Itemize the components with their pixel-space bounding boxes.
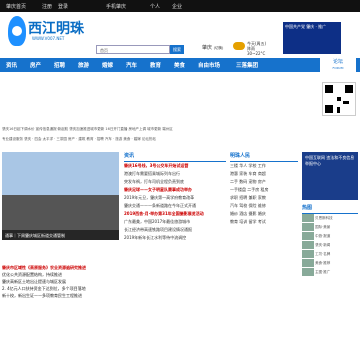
life-row[interactable]: 港惠 家装 车商 商超 bbox=[230, 170, 298, 178]
logo-title[interactable]: 西江明珠 bbox=[28, 18, 84, 38]
news-section-title[interactable]: 资讯 bbox=[124, 152, 226, 162]
news-item[interactable]: 肇庆16号线，3号公交车开始试运营 bbox=[124, 162, 226, 170]
nav-item[interactable]: 美食 bbox=[174, 61, 185, 69]
top-link-enterprise[interactable]: 企业 bbox=[172, 3, 182, 10]
news-column: 资讯 肇庆16号线，3号公交车开始试运营 港澳打车需要搭乘城际列车出行 突发车祸… bbox=[124, 152, 226, 242]
top-link-personal[interactable]: 个人 bbox=[150, 3, 160, 10]
weather-city[interactable]: 肇庆 (切换) bbox=[202, 44, 223, 51]
logo-url: WWW.V007.NET bbox=[32, 36, 65, 41]
report-ad-text: 中国互联网 违法和不良信息举报中心 bbox=[305, 155, 355, 166]
nav-item[interactable]: 婚嫁 bbox=[102, 61, 113, 69]
life-row[interactable]: 二手 数码 宠物 房产 bbox=[230, 178, 298, 186]
top-link-mobile[interactable]: 手机肇庆 bbox=[106, 3, 126, 10]
weather-temp: 30~22°C bbox=[247, 51, 266, 56]
side-list-item[interactable]: 主图·推广 bbox=[302, 268, 358, 277]
site-header: 西江明珠 WWW.V007.NET 首页 搜索 肇庆 (切换) 今天(周五) 阵… bbox=[0, 12, 360, 58]
thumbnail-icon bbox=[302, 214, 314, 222]
thumbnail-icon bbox=[302, 250, 314, 258]
main-nav: 资讯 房产 招聘 旅游 婚嫁 汽车 教育 美食 自由市场 三落集团 论坛 FOR… bbox=[0, 58, 360, 72]
side-list-item[interactable]: 工坊·名牌 bbox=[302, 250, 358, 259]
slide-sky bbox=[2, 152, 119, 197]
life-row[interactable]: 三楼 华人 学校 工作 bbox=[230, 162, 298, 170]
side-item-label: 主图·推广 bbox=[315, 270, 331, 274]
nav-item[interactable]: 教育 bbox=[150, 61, 161, 69]
sub-links: 肇庆16日起下调水价 宣传信息通报·新起航 肇庆加速推进城市更新 16日开门直播… bbox=[2, 124, 292, 144]
side-item-label: 肇庆·新闻 bbox=[315, 243, 331, 247]
thumbnail-icon bbox=[302, 241, 314, 249]
top-link-login[interactable]: 登录 bbox=[58, 3, 68, 10]
nav-item[interactable]: 房产 bbox=[30, 61, 41, 69]
search-select[interactable]: 首页 bbox=[100, 48, 108, 54]
search-input[interactable]: 首页 bbox=[96, 45, 170, 54]
top-link-register[interactable]: 注册 bbox=[42, 3, 52, 10]
ad-band bbox=[2, 74, 312, 120]
nav-item[interactable]: 汽车 bbox=[126, 61, 137, 69]
life-row[interactable]: 求职 招聘 兼职 家教 bbox=[230, 194, 298, 202]
life-row[interactable]: 婚纱 酒店 摄影 婚庆 bbox=[230, 210, 298, 218]
hot-news-line[interactable]: 2. 4亿元人口扶持资金下达到位，多个项目落地 bbox=[2, 285, 119, 292]
qr-code bbox=[322, 82, 356, 116]
side-item-label: 中旅·报道 bbox=[315, 234, 331, 238]
side-item-label: 工坊·名牌 bbox=[315, 252, 331, 256]
sub-link-row[interactable]: 肇庆16日起下调水价 宣传信息通报·新起航 肇庆加速推进城市更新 16日开门直播… bbox=[2, 124, 292, 134]
side-item-label: 国际·美景 bbox=[315, 225, 331, 229]
city-name: 肇庆 bbox=[202, 45, 213, 51]
side-list-title: 热图 bbox=[302, 204, 358, 214]
life-column: 明珠人民 三楼 华人 学校 工作 港惠 家装 车商 商超 二手 数码 宠物 房产… bbox=[230, 152, 298, 226]
news-item[interactable]: 肇庆交通——一条新道路在今年正式开通 bbox=[124, 202, 226, 210]
hot-news-line[interactable]: 新十校，新出生证——多项教育民生工程推进 bbox=[2, 292, 119, 299]
nav-bbs-button[interactable]: 论坛 FORUM bbox=[320, 58, 356, 72]
news-item[interactable]: 2019年元旦，肇庆第一高学府教育改革 bbox=[124, 194, 226, 202]
life-section-title[interactable]: 明珠人民 bbox=[230, 152, 298, 162]
news-item[interactable]: 突发车祸，打车司机全程负责到底 bbox=[124, 178, 226, 186]
side-list-item[interactable]: 美食·推荐 bbox=[302, 259, 358, 268]
header-ad-text: 中国共产党 肇庆 · 推广 bbox=[285, 24, 327, 29]
top-bar: 肇庆首页 注册 登录 手机肇庆 个人 企业 bbox=[0, 0, 360, 12]
nav-item[interactable]: 三落集团 bbox=[236, 61, 258, 69]
news-item[interactable]: 长江经济带高速铁路项目建设情况通报 bbox=[124, 226, 226, 234]
nav-item[interactable]: 自由市场 bbox=[198, 61, 220, 69]
side-list-item[interactable]: 贝恩斯科技 bbox=[302, 214, 358, 223]
sub-link-row[interactable]: 专业建设服务 肇庆 · 四会 太平洋 · 三茶园 房产 · 建筑 教育 · 招聘… bbox=[2, 134, 292, 144]
hot-news-line[interactable]: 优化公共资源配置结构，持续推进 bbox=[2, 271, 119, 278]
search-button[interactable]: 搜索 bbox=[170, 45, 184, 54]
news-item[interactable]: 肇庆足球——女子明星队赛事成功举办 bbox=[124, 186, 226, 194]
nav-item[interactable]: 资讯 bbox=[6, 61, 17, 69]
thumbnail-icon bbox=[302, 223, 314, 231]
bbs-sub: FORUM bbox=[332, 66, 344, 70]
news-item[interactable]: 广东最美，中国2017年最佳旅游城市 bbox=[124, 218, 226, 226]
thumbnail-icon bbox=[302, 232, 314, 240]
top-link-home[interactable]: 肇庆首页 bbox=[6, 3, 26, 10]
city-switch[interactable]: (切换) bbox=[214, 46, 224, 50]
life-row[interactable]: 汽车 驾校 保险 维修 bbox=[230, 202, 298, 210]
weather-info: 今天(周五) 阵雨 30~22°C bbox=[247, 41, 266, 56]
slide-caption: 通事｜下周肇庆城区街道交通管制 bbox=[2, 230, 119, 240]
cloud-icon bbox=[233, 42, 245, 50]
side-list: 贝恩斯科技 国际·美景 中旅·报道 肇庆·新闻 工坊·名牌 美食·推荐 主图·推… bbox=[302, 214, 358, 277]
side-column: 中国互联网 违法和不良信息举报中心 热图 贝恩斯科技 国际·美景 中旅·报道 肇… bbox=[302, 152, 358, 277]
hot-news-title[interactable]: 肇庆市区域性《高原服务》农业资源遍研究推进 bbox=[2, 264, 119, 271]
news-item[interactable]: 2019西舍·月·举办第31年全国摄影展览活动 bbox=[124, 210, 226, 218]
report-center-ad[interactable]: 中国互联网 违法和不良信息举报中心 bbox=[302, 152, 358, 200]
life-grid: 三楼 华人 学校 工作 港惠 家装 车商 商超 二手 数码 宠物 房产 一手楼盘… bbox=[230, 162, 298, 226]
logo-icon[interactable] bbox=[8, 16, 26, 46]
news-item[interactable]: 港澳打车需要搭乘城际列车出行 bbox=[124, 170, 226, 178]
featured-slide[interactable]: 通事｜下周肇庆城区街道交通管制 bbox=[2, 152, 119, 240]
side-list-item[interactable]: 肇庆·新闻 bbox=[302, 241, 358, 250]
side-item-label: 贝恩斯科技 bbox=[315, 216, 333, 220]
hot-news-line[interactable]: 肇庆高新区土地出让提速与城区发展 bbox=[2, 278, 119, 285]
life-row[interactable]: 教育 培训 留学 考试 bbox=[230, 218, 298, 226]
side-item-label: 美食·推荐 bbox=[315, 261, 331, 265]
hot-news: 肇庆市区域性《高原服务》农业资源遍研究推进 优化公共资源配置结构，持续推进 肇庆… bbox=[2, 264, 119, 299]
thumbnail-icon bbox=[302, 268, 314, 276]
side-list-item[interactable]: 国际·美景 bbox=[302, 223, 358, 232]
thumbnail-icon bbox=[302, 259, 314, 267]
nav-item[interactable]: 招聘 bbox=[54, 61, 65, 69]
nav-item[interactable]: 旅游 bbox=[78, 61, 89, 69]
side-list-item[interactable]: 中旅·报道 bbox=[302, 232, 358, 241]
news-item[interactable]: 2019年新年长江水利等待中流调控 bbox=[124, 234, 226, 242]
header-ad-banner[interactable]: 中国共产党 肇庆 · 推广 bbox=[283, 22, 341, 54]
life-row[interactable]: 一手楼盘 二手房 租房 bbox=[230, 186, 298, 194]
